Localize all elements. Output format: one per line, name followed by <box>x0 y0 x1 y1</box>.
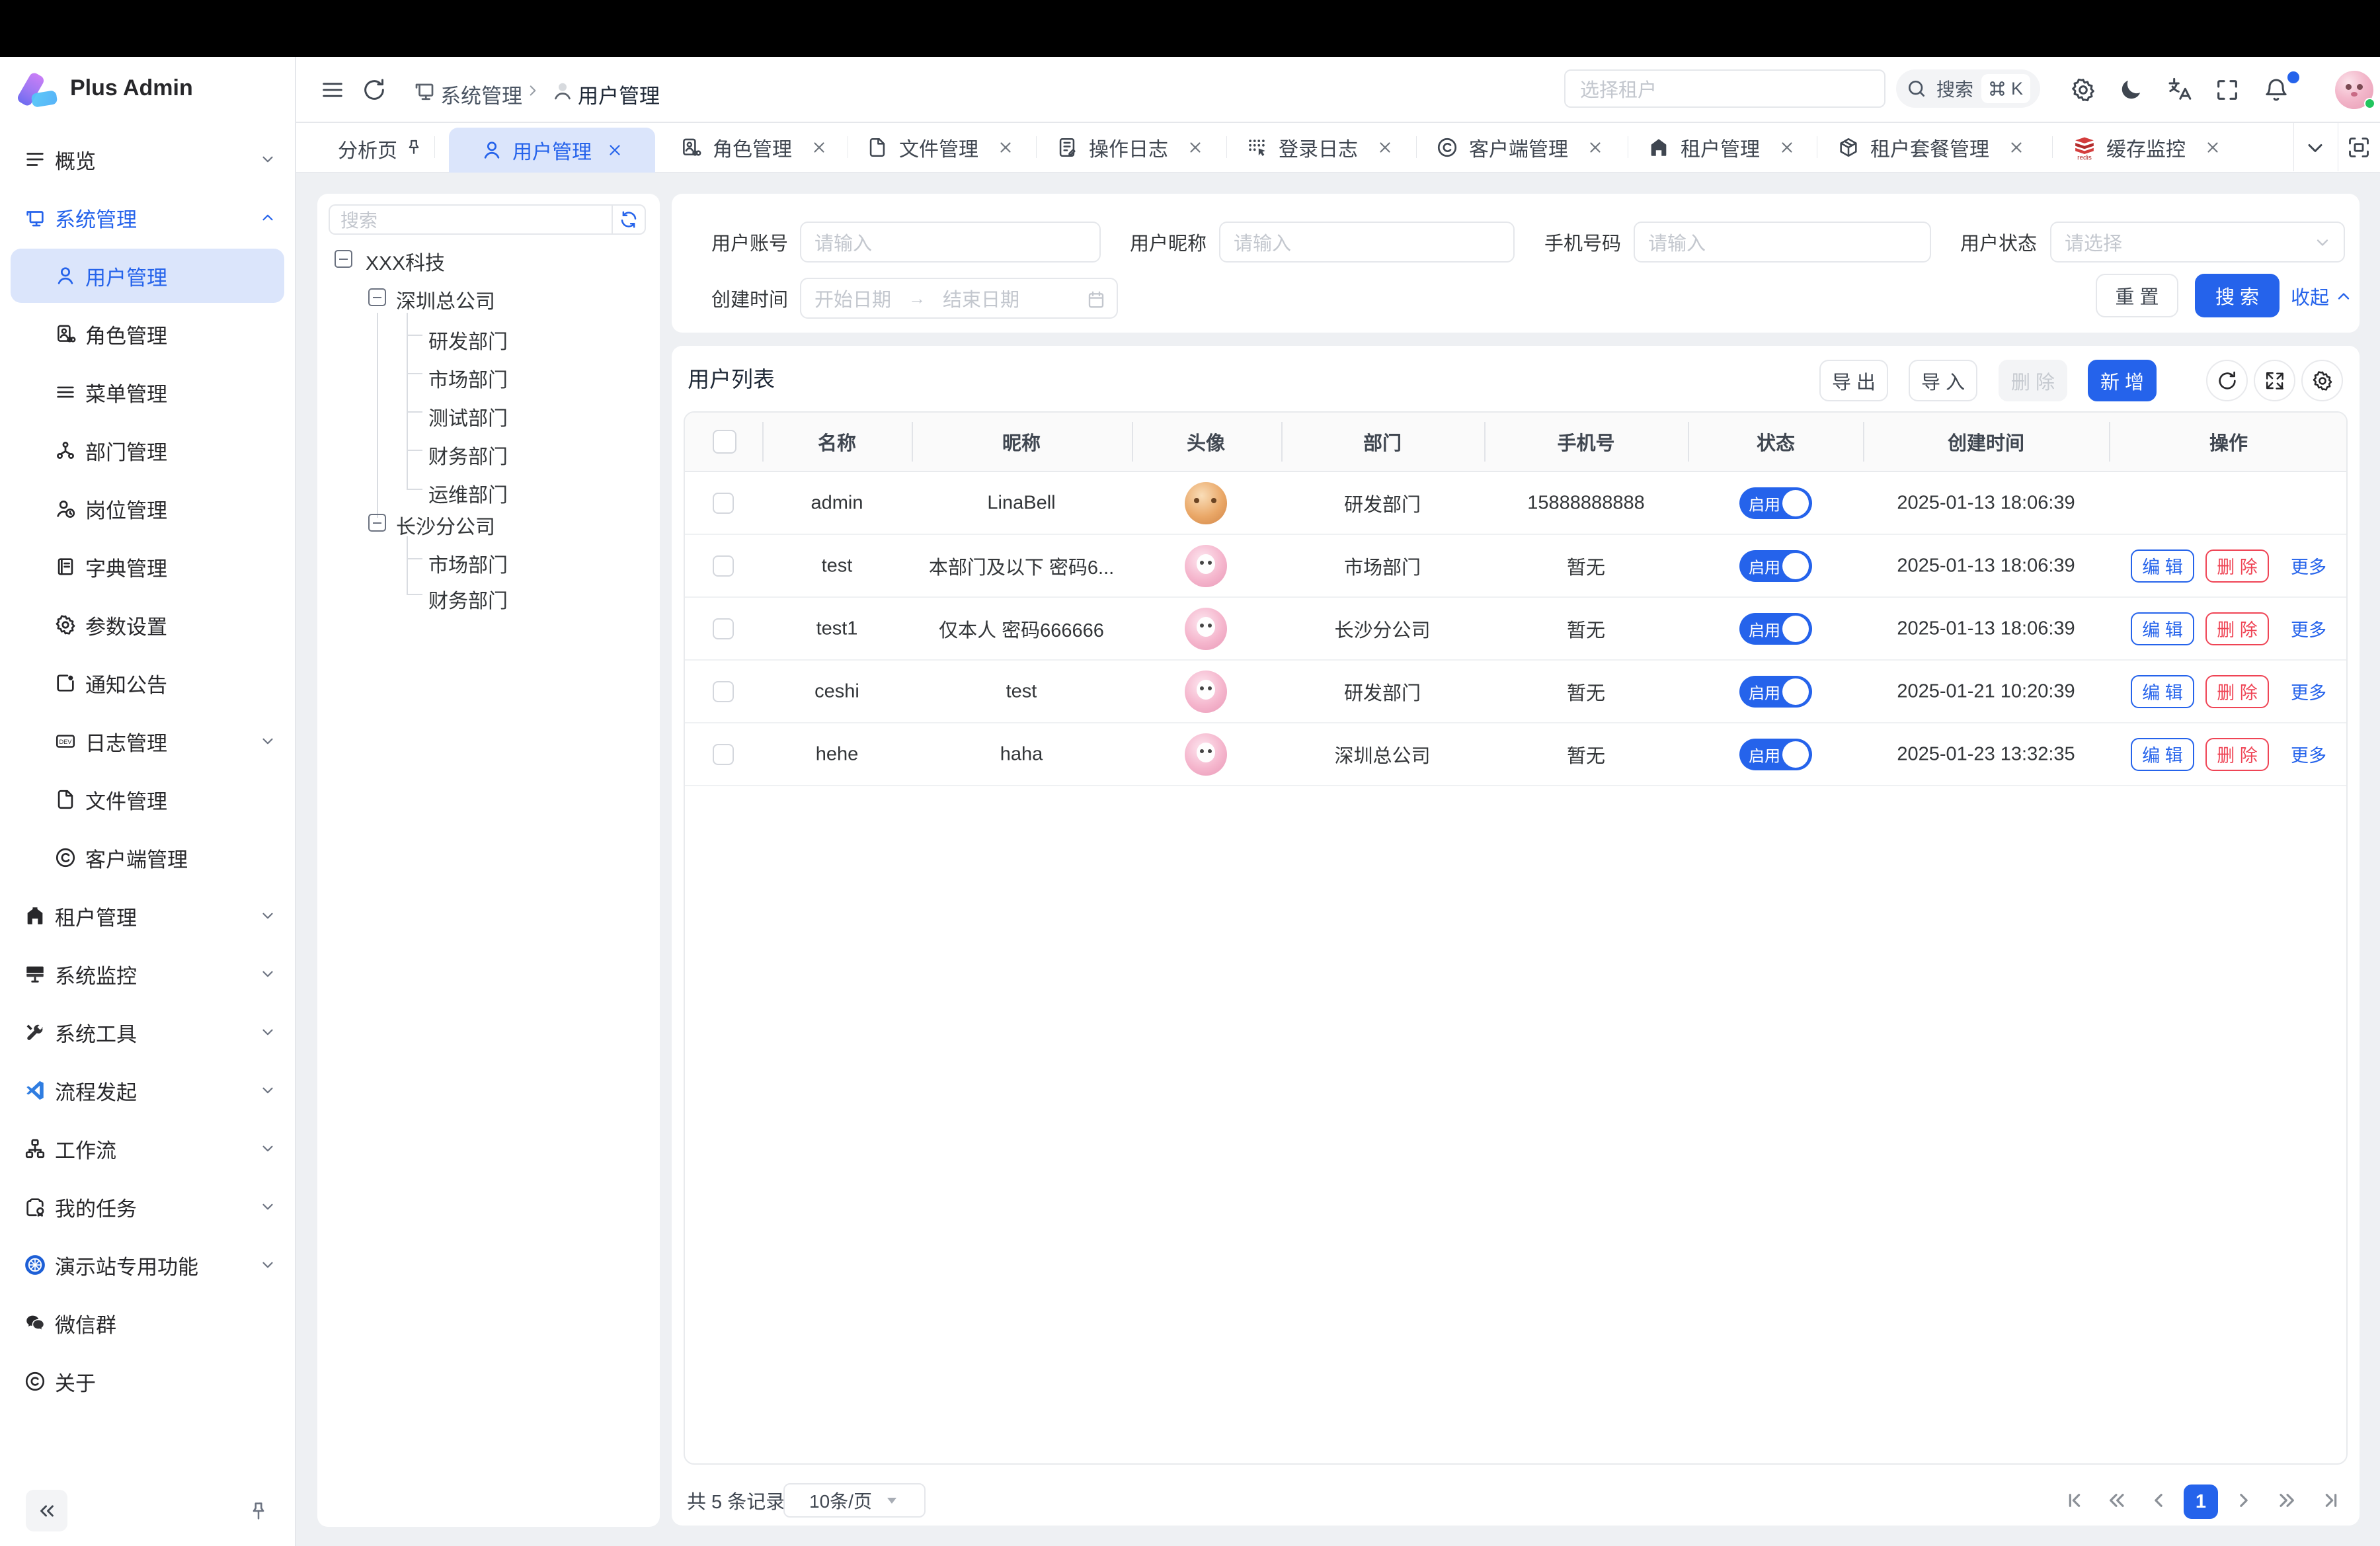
svg-text:redis: redis <box>2077 154 2092 161</box>
svg-text:DEV: DEV <box>60 739 73 745</box>
